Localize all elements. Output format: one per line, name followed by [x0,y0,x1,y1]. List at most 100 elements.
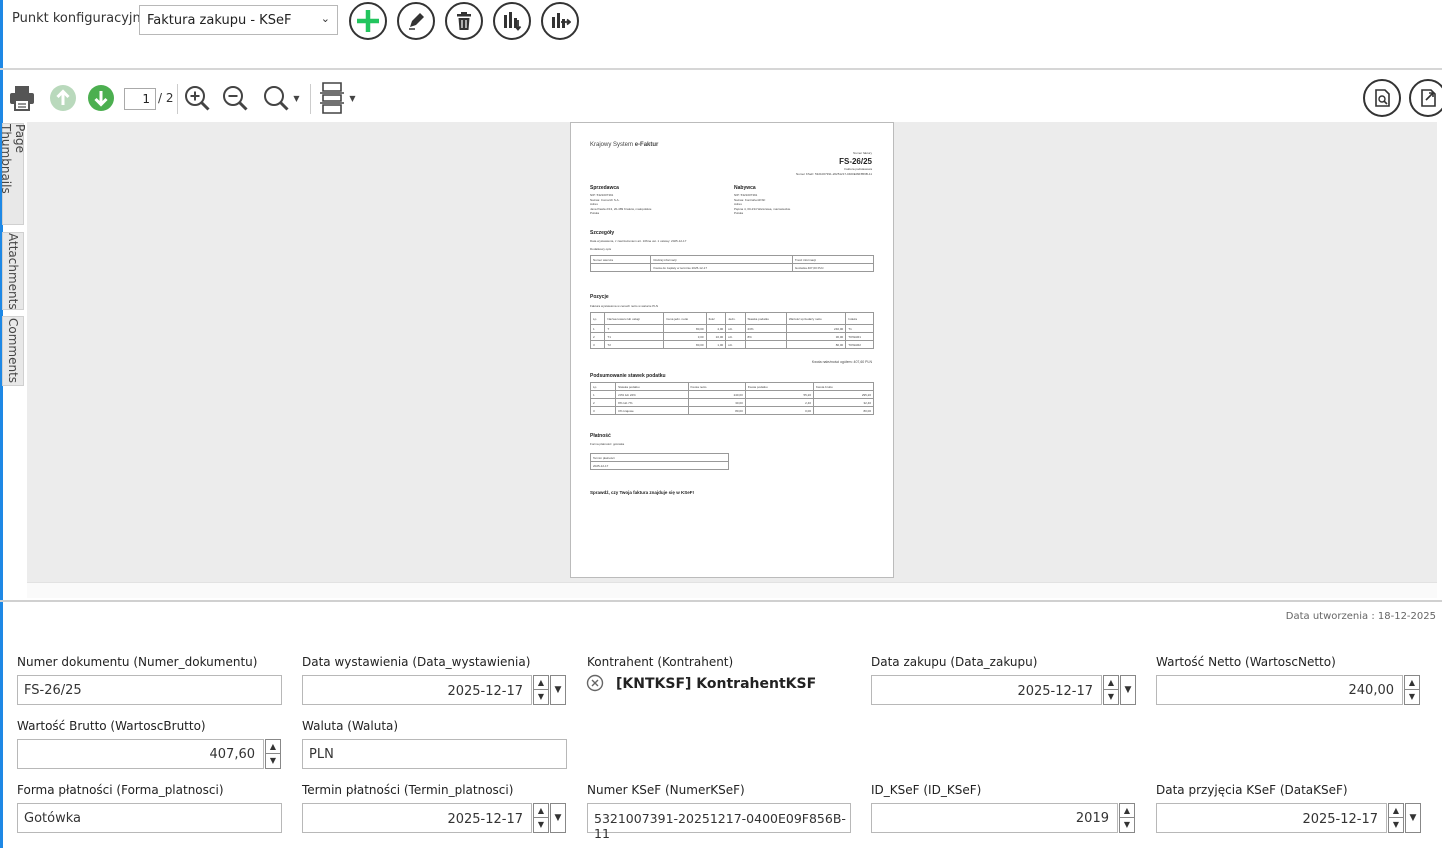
toolbar-separator [177,84,178,114]
id-ksef-input[interactable]: 2019 [871,803,1118,833]
magnifier-icon [264,86,289,111]
spin-down-icon[interactable]: ▼ [266,754,280,768]
delete-button[interactable] [445,2,483,40]
attach-document-button[interactable] [1363,79,1401,117]
spin-down-icon[interactable]: ▼ [534,818,548,832]
previous-page-button[interactable] [48,83,78,113]
tab-comments[interactable]: Comments [2,316,24,386]
spin-down-icon[interactable]: ▼ [1405,690,1419,704]
caret-down-icon: ▼ [1124,685,1132,695]
spin-up-icon[interactable]: ▲ [1104,676,1118,690]
termin-platnosci-spinner[interactable]: ▲ ▼ [533,803,549,833]
table-row: 2025-12-17 [590,461,729,470]
config-point-select[interactable]: Faktura zakupu - KSeF ⌄ [139,5,338,35]
caret-down-icon: ▼ [554,813,562,823]
doc-details-sub: Dodatkowy opis [590,247,612,251]
toolbar-separator [310,84,311,114]
doc-positions-sub: Faktura wystawiona w cenach netto w walu… [590,304,659,308]
numer-ksef-input[interactable]: 5321007391-20251217-0400E09F856B-11 [587,803,851,841]
doc-seller-title: Sprzedawca [590,185,619,191]
spin-up-icon[interactable]: ▲ [1120,804,1134,818]
wartosc-brutto-input[interactable]: 407,60 [17,739,264,769]
export-button[interactable] [493,2,531,40]
table-row: Numer wiersza Rodzaj informacji Treść in… [589,255,875,264]
spin-up-icon[interactable]: ▲ [1389,804,1403,818]
spin-up-icon[interactable]: ▲ [534,676,548,690]
viewer-toolbar [0,72,1442,122]
doc-buyer-block: NIP: 5321007391 Nazwa: KontrahentKSF Adr… [734,193,791,215]
document-search-icon [1375,89,1390,107]
page-layout-button[interactable]: ▼ [314,81,360,115]
arrow-up-icon [50,85,76,111]
page-number-input[interactable]: 1 [124,88,156,110]
page-layout-icon [320,82,345,114]
data-wystawienia-input[interactable]: 2025-12-17 [302,675,532,705]
tab-page-thumbnails[interactable]: Page Thumbnails [0,123,27,225]
preview-scrollbar[interactable] [27,582,1437,598]
add-button[interactable] [349,2,387,40]
table-row: 1 T 80,00 4,00 szt. 23% 240,00 T1 [589,324,874,333]
export-document-button[interactable] [1409,79,1442,117]
printer-icon [10,86,34,111]
doc-tax-table: Lp. Stawka podatku Kwota netto Kwota podatk… [589,382,874,415]
spin-up-icon[interactable]: ▲ [266,740,280,754]
doc-payment-form: Forma płatności: gotówka [590,442,625,446]
caret-down-icon: ▼ [554,685,562,695]
data-wystawienia-spinner[interactable]: ▲ ▼ [533,675,549,705]
zoom-out-button[interactable] [220,83,250,113]
id-ksef-label: ID_KSeF (ID_KSeF) [871,783,982,797]
config-point-value: Faktura zakupu - KSeF [147,13,292,28]
spin-down-icon[interactable]: ▼ [534,690,548,704]
wartosc-netto-label: Wartość Netto (WartoscNetto) [1156,655,1336,669]
spin-down-icon[interactable]: ▼ [1389,818,1403,832]
config-point-label: Punkt konfiguracyjny [12,11,149,26]
waluta-input[interactable]: PLN [302,739,567,769]
data-wystawienia-dropdown[interactable]: ▼ [550,675,566,705]
numer-dokumentu-input[interactable]: FS-26/25 [17,675,282,705]
data-przyjecia-input[interactable]: 2025-12-17 [1156,803,1387,833]
doc-seller-block: NIP: 5321007391 Nazwa: Comarch S.A. Adre… [590,193,652,215]
termin-platnosci-input[interactable]: 2025-12-17 [302,803,532,833]
spin-up-icon[interactable]: ▲ [534,804,548,818]
table-row: Lp. Nazwa towaru lub usługi Cena jedn. n… [589,312,874,325]
next-page-button[interactable] [86,83,116,113]
data-przyjecia-label: Data przyjęcia KSeF (DataKSeF) [1156,783,1348,797]
zoom-out-icon [223,86,248,111]
wartosc-brutto-spinner[interactable]: ▲ ▼ [265,739,281,769]
data-zakupu-dropdown[interactable]: ▼ [1120,675,1136,705]
zoom-in-button[interactable] [182,83,212,113]
section-divider [0,600,1442,602]
forma-platnosci-input[interactable]: Gotówka [17,803,282,833]
doc-buyer-title: Nabywca [734,185,756,191]
termin-platnosci-dropdown[interactable]: ▼ [550,803,566,833]
document-export-icon [1421,89,1436,107]
clear-contractor-icon[interactable] [586,674,604,692]
spin-down-icon[interactable]: ▼ [1104,690,1118,704]
data-przyjecia-dropdown[interactable]: ▼ [1405,803,1421,833]
kontrahent-value[interactable]: [KNTKSF] KontrahentKSF [616,676,816,692]
data-zakupu-input[interactable]: 2025-12-17 [871,675,1102,705]
import-button[interactable] [541,2,579,40]
wartosc-netto-spinner[interactable]: ▲ ▼ [1404,675,1420,705]
plus-icon [357,10,379,32]
caret-down-icon: ▼ [1409,813,1417,823]
print-button[interactable] [6,82,38,114]
spin-down-icon[interactable]: ▼ [1120,818,1134,832]
table-row: 1 23% lub 22% 240,00 55,20 295,20 [589,390,874,399]
chart-down-icon [504,12,522,31]
zoom-menu-button[interactable]: ▼ [258,83,304,113]
id-ksef-spinner[interactable]: ▲ ▼ [1119,803,1135,833]
pencil-icon [409,13,424,30]
table-row: 2 T1 3,00 10,00 szt. 8% 30,00 TOWAR1 [589,332,874,341]
chart-right-icon [552,13,571,28]
wartosc-netto-input[interactable]: 240,00 [1156,675,1403,705]
tab-attachments[interactable]: Attachments [2,232,24,310]
data-zakupu-spinner[interactable]: ▲ ▼ [1103,675,1119,705]
edit-button[interactable] [397,2,435,40]
spin-up-icon[interactable]: ▲ [1405,676,1419,690]
page-total: / 2 [158,91,174,105]
data-zakupu-label: Data zakupu (Data_zakupu) [871,655,1038,669]
data-przyjecia-spinner[interactable]: ▲ ▼ [1388,803,1404,833]
doc-total-line: Kwota należności ogółem: 407,60 PLN [811,360,872,364]
document-page: Krajowy System e-Faktur Numer faktury FS… [570,122,894,578]
